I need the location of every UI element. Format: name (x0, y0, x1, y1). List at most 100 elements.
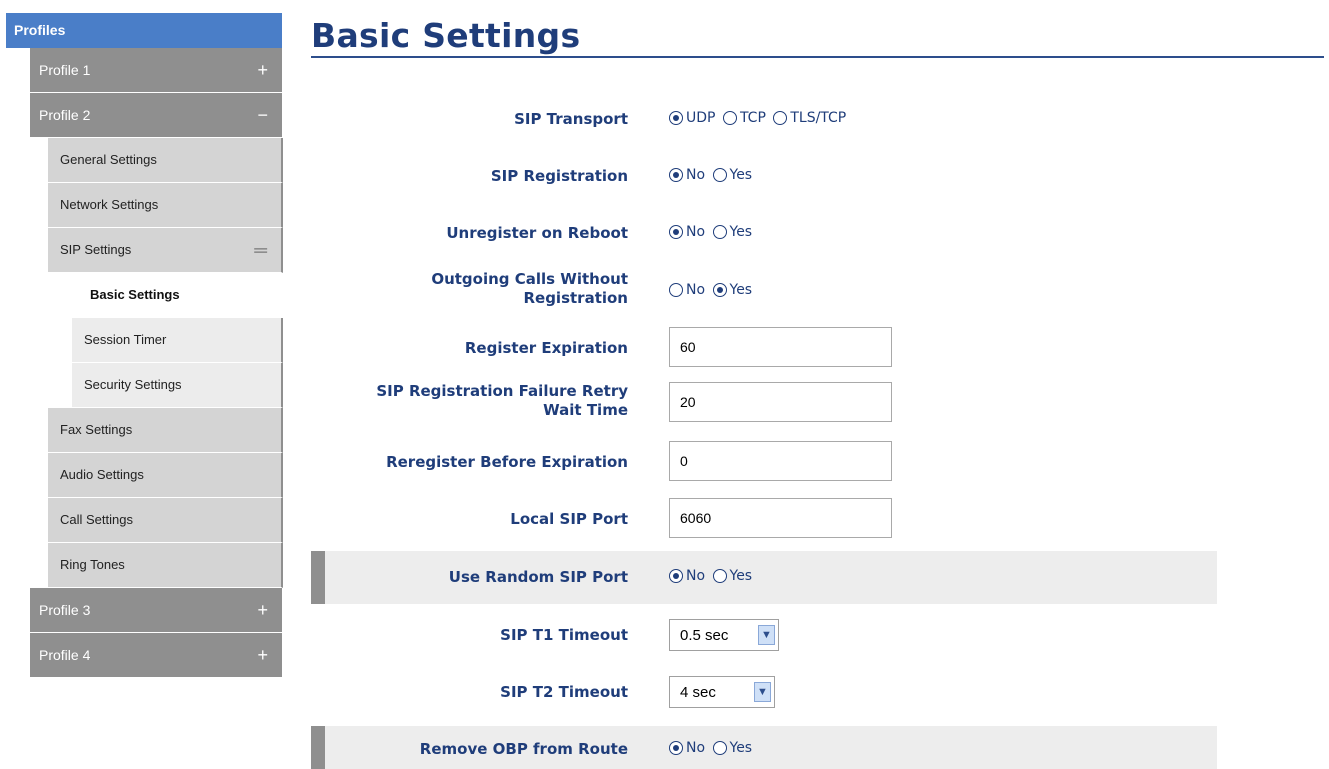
setting-register-expiration: Register Expiration 60 (311, 327, 1217, 369)
sip-registration-radio-group: No Yes (669, 167, 755, 187)
sidebar-item-label: Basic Settings (90, 287, 180, 302)
setting-label: SIP T2 Timeout (500, 683, 628, 701)
sidebar-item-label: Session Timer (84, 332, 167, 347)
sidebar-item-profile-4[interactable]: Profile 4 + (30, 633, 282, 678)
sidebar-item-profile-1[interactable]: Profile 1 + (30, 48, 282, 93)
radio-no[interactable]: No (669, 740, 705, 756)
sidebar-item-general-settings[interactable]: General Settings (48, 138, 283, 183)
setting-label: SIP Registration Failure Retry Wait Time (376, 382, 628, 419)
setting-label: SIP T1 Timeout (500, 626, 628, 644)
title-divider (311, 56, 1324, 58)
sidebar-item-security-settings[interactable]: Security Settings (72, 363, 283, 408)
plus-icon[interactable]: + (257, 48, 268, 92)
plus-icon[interactable]: + (257, 588, 268, 632)
radio-tcp[interactable]: TCP (722, 110, 766, 126)
unregister-on-reboot-radio-group: No Yes (669, 224, 755, 244)
setting-sip-t2-timeout: SIP T2 Timeout 4 sec ▼ (311, 674, 1217, 710)
radio-icon[interactable] (712, 225, 727, 239)
setting-sip-registration-failure-retry-wait-time: SIP Registration Failure Retry Wait Time… (311, 378, 1217, 428)
register-expiration-input[interactable]: 60 (669, 327, 892, 367)
setting-label: Outgoing Calls Without Registration (431, 270, 628, 307)
setting-label: SIP Transport (514, 110, 628, 128)
sidebar-item-label: Network Settings (60, 197, 159, 212)
setting-label: SIP Registration (490, 167, 628, 185)
radio-no[interactable]: No (669, 568, 705, 584)
sidebar-item-label: Fax Settings (60, 422, 133, 437)
sidebar-item-session-timer[interactable]: Session Timer (72, 318, 283, 363)
sip-t1-timeout-select[interactable]: 0.5 sec ▼ (669, 619, 779, 651)
sidebar-item-audio-settings[interactable]: Audio Settings (48, 453, 283, 498)
outgoing-calls-radio-group: No Yes (669, 282, 755, 302)
sidebar-item-label: SIP Settings (60, 242, 132, 257)
retry-wait-time-input[interactable]: 20 (669, 382, 892, 422)
sidebar-item-basic-settings[interactable]: Basic Settings (72, 273, 283, 318)
radio-no[interactable]: No (669, 282, 705, 298)
sidebar-item-label: Call Settings (60, 512, 133, 527)
sidebar-item-label: Ring Tones (60, 557, 125, 572)
radio-yes[interactable]: Yes (712, 568, 752, 584)
setting-reregister-before-expiration: Reregister Before Expiration 0 (311, 441, 1217, 483)
sidebar-item-call-settings[interactable]: Call Settings (48, 498, 283, 543)
sidebar-item-fax-settings[interactable]: Fax Settings (48, 408, 283, 453)
setting-sip-transport: SIP Transport UDP TCP TLS/TCP (311, 100, 1217, 140)
sidebar-item-ring-tones[interactable]: Ring Tones (48, 543, 283, 588)
radio-icon[interactable] (712, 569, 727, 583)
radio-icon[interactable] (712, 168, 727, 182)
use-random-sip-port-radio-group: No Yes (669, 568, 755, 588)
setting-remove-obp-from-route: Remove OBP from Route No Yes (311, 726, 1217, 769)
radio-udp[interactable]: UDP (669, 110, 715, 126)
radio-icon[interactable] (712, 741, 727, 755)
chevron-down-icon[interactable]: ▼ (754, 682, 771, 702)
sidebar-item-label: Audio Settings (60, 467, 144, 482)
minus-icon[interactable]: − (257, 93, 268, 137)
radio-yes[interactable]: Yes (712, 740, 752, 756)
sidebar-item-label: Profile 4 (39, 647, 91, 663)
radio-no[interactable]: No (669, 167, 705, 183)
setting-outgoing-calls-without-registration: Outgoing Calls Without Registration No Y… (311, 264, 1217, 320)
radio-selected-icon[interactable] (669, 168, 683, 182)
setting-label: Reregister Before Expiration (386, 453, 628, 471)
setting-label: Remove OBP from Route (419, 740, 628, 758)
collapse-icon[interactable]: ═ (254, 228, 267, 272)
profiles-sidebar: Profiles Profile 1 + Profile 2 − General… (6, 13, 283, 678)
radio-yes[interactable]: Yes (712, 282, 752, 298)
sidebar-item-sip-settings[interactable]: SIP Settings ═ (48, 228, 283, 273)
sidebar-item-label: Profile 2 (39, 107, 91, 123)
setting-local-sip-port: Local SIP Port 6060 (311, 498, 1217, 540)
radio-no[interactable]: No (669, 224, 705, 240)
remove-obp-radio-group: No Yes (669, 740, 755, 760)
sidebar-item-label: Security Settings (84, 377, 182, 392)
sidebar-header: Profiles (6, 13, 282, 48)
sip-t2-timeout-select[interactable]: 4 sec ▼ (669, 676, 775, 708)
sidebar-item-label: General Settings (60, 152, 157, 167)
radio-selected-icon[interactable] (669, 111, 683, 125)
radio-selected-icon[interactable] (669, 741, 683, 755)
radio-icon[interactable] (669, 283, 683, 297)
radio-selected-icon[interactable] (712, 283, 727, 297)
setting-unregister-on-reboot: Unregister on Reboot No Yes (311, 214, 1217, 254)
setting-label: Local SIP Port (510, 510, 628, 528)
sidebar-item-label: Profile 3 (39, 602, 91, 618)
radio-tls-tcp[interactable]: TLS/TCP (773, 110, 846, 126)
setting-label: Register Expiration (464, 339, 628, 357)
radio-yes[interactable]: Yes (712, 224, 752, 240)
radio-yes[interactable]: Yes (712, 167, 752, 183)
setting-use-random-sip-port: Use Random SIP Port No Yes (311, 551, 1217, 604)
setting-label: Unregister on Reboot (446, 224, 628, 242)
sip-transport-radio-group: UDP TCP TLS/TCP (669, 110, 849, 130)
sidebar-item-network-settings[interactable]: Network Settings (48, 183, 283, 228)
radio-selected-icon[interactable] (669, 225, 683, 239)
radio-icon[interactable] (722, 111, 737, 125)
sidebar-item-profile-3[interactable]: Profile 3 + (30, 588, 282, 633)
sidebar-item-profile-2[interactable]: Profile 2 − (30, 93, 282, 138)
page-title: Basic Settings (311, 16, 581, 55)
local-sip-port-input[interactable]: 6060 (669, 498, 892, 538)
chevron-down-icon[interactable]: ▼ (758, 625, 775, 645)
plus-icon[interactable]: + (257, 633, 268, 677)
reregister-before-expiration-input[interactable]: 0 (669, 441, 892, 481)
radio-icon[interactable] (773, 111, 788, 125)
setting-sip-registration: SIP Registration No Yes (311, 157, 1217, 197)
setting-sip-t1-timeout: SIP T1 Timeout 0.5 sec ▼ (311, 617, 1217, 653)
radio-selected-icon[interactable] (669, 569, 683, 583)
sidebar-item-label: Profile 1 (39, 62, 91, 78)
